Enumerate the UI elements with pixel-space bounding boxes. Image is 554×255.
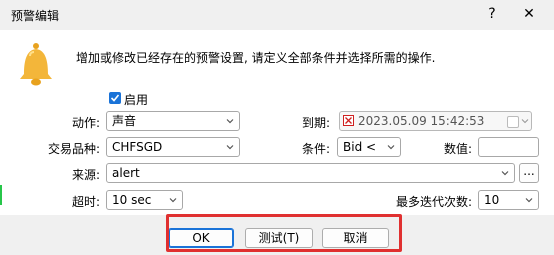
symbol-value: CHFSGD	[112, 140, 163, 154]
source-value: alert	[112, 166, 140, 180]
chevron-down-icon	[525, 198, 533, 203]
expiry-datetime-picker[interactable]: 2023.05.09 15:42:53	[339, 111, 532, 131]
symbol-dropdown[interactable]: CHFSGD	[106, 137, 240, 157]
action-dropdown[interactable]: 声音	[106, 111, 240, 131]
highlight-box	[166, 214, 402, 252]
calendar-icon[interactable]	[507, 116, 519, 128]
chevron-down-icon	[226, 119, 234, 124]
window-title: 预警编辑	[11, 9, 60, 23]
action-label: 动作:	[71, 116, 100, 130]
chevron-down-icon	[521, 119, 529, 124]
expiry-value: 2023.05.09 15:42:53	[358, 114, 485, 128]
condition-label: 条件:	[301, 142, 330, 156]
help-button[interactable]: ?	[480, 3, 504, 25]
max-iterations-label: 最多迭代次数:	[395, 195, 472, 209]
condition-value: Bid <	[343, 140, 377, 154]
timeout-dropdown[interactable]: 10 sec	[106, 190, 183, 210]
expiry-label: 到期:	[301, 116, 330, 130]
numeric-input[interactable]	[478, 137, 539, 157]
source-label: 来源:	[71, 168, 100, 182]
timeout-label: 超时:	[71, 195, 100, 209]
expiry-toggle-checkbox[interactable]	[343, 115, 354, 126]
condition-dropdown[interactable]: Bid <	[337, 137, 401, 157]
action-value: 声音	[112, 114, 137, 128]
source-dropdown[interactable]: alert	[106, 163, 515, 183]
chevron-down-icon	[501, 171, 509, 176]
symbol-label: 交易品种:	[47, 142, 100, 156]
max-iterations-dropdown[interactable]: 10	[478, 190, 539, 210]
enable-label: 启用	[124, 93, 149, 107]
timeout-value: 10 sec	[112, 193, 152, 207]
max-iterations-value: 10	[484, 193, 500, 207]
title-bar: 预警编辑 ? ✕	[0, 0, 554, 30]
description-text: 增加或修改已经存在的预警设置, 请定义全部条件并选择所需的操作.	[76, 51, 436, 65]
bell-icon	[16, 42, 56, 87]
browse-button[interactable]: ...	[519, 163, 539, 183]
chevron-down-icon	[226, 145, 234, 150]
numeric-label: 数值:	[443, 142, 472, 156]
chevron-down-icon	[169, 198, 177, 203]
close-button[interactable]: ✕	[517, 3, 541, 25]
window-edge-marker	[0, 185, 2, 205]
enable-checkbox[interactable]	[109, 92, 121, 104]
chevron-down-icon	[387, 145, 395, 150]
